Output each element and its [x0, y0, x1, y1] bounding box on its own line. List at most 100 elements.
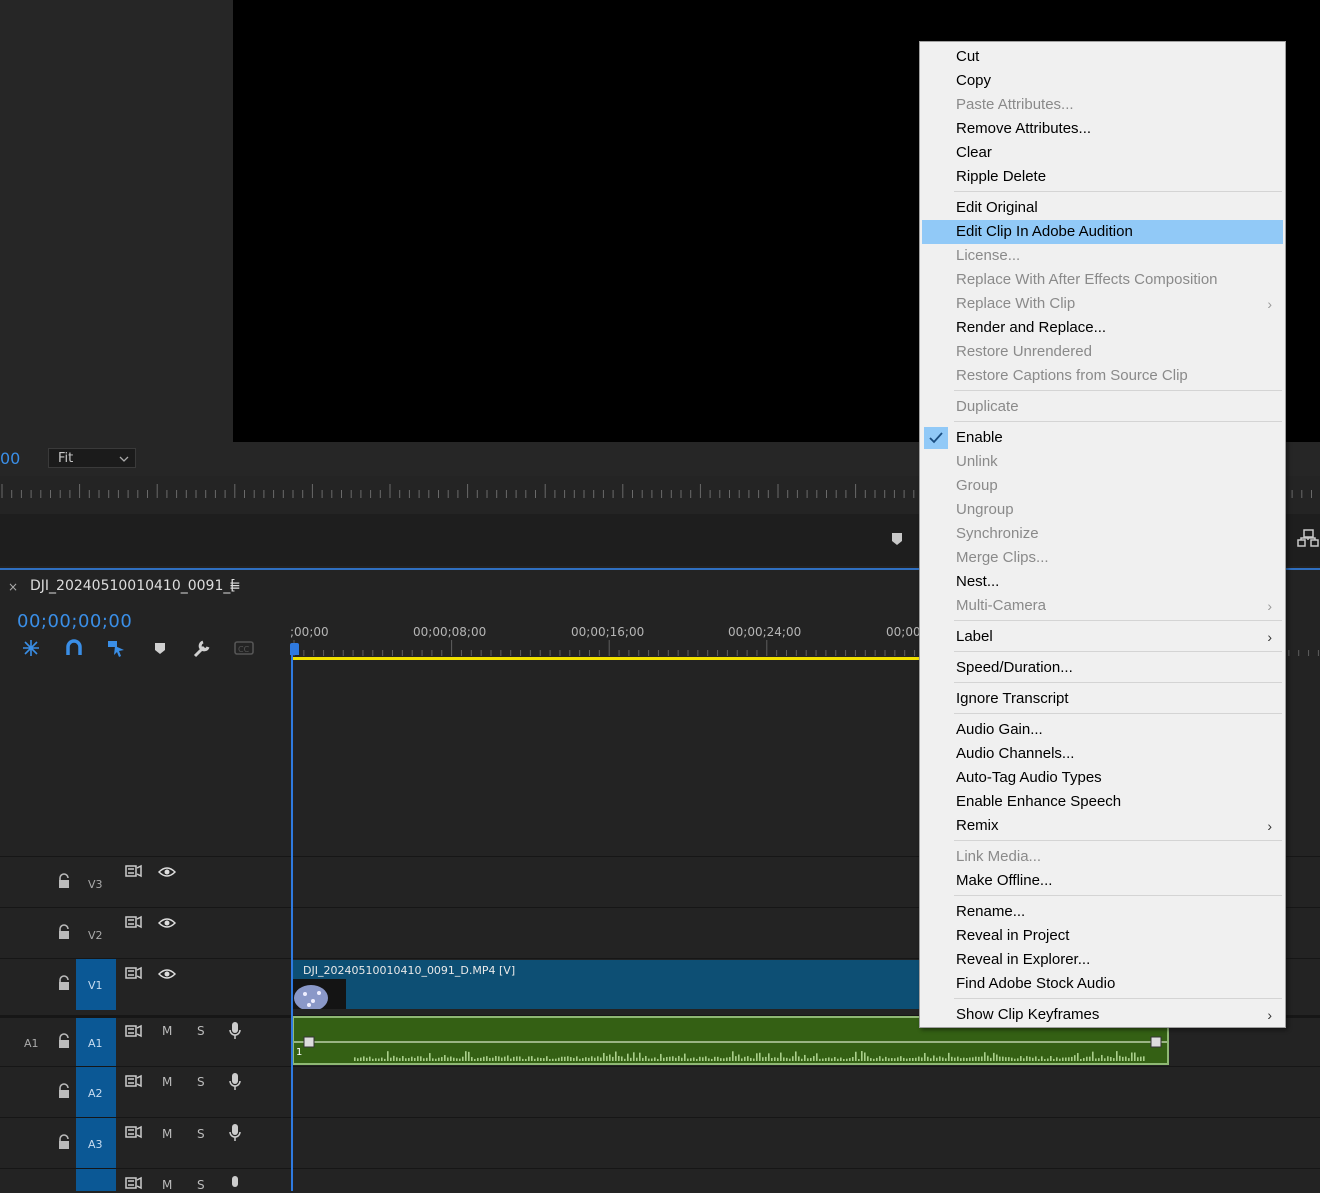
menu-item-remix[interactable]: Remix › [922, 814, 1283, 838]
menu-separator [954, 620, 1282, 621]
solo-button[interactable]: S [197, 1024, 205, 1038]
menu-item-paste-attributes[interactable]: Paste Attributes... [922, 93, 1283, 117]
menu-item-ignore-transcript[interactable]: Ignore Transcript [922, 687, 1283, 711]
menu-item-find-adobe-stock-audio[interactable]: Find Adobe Stock Audio [922, 972, 1283, 996]
menu-item-link-media[interactable]: Link Media... [922, 845, 1283, 869]
captions-icon[interactable]: CC [233, 638, 255, 658]
mute-button[interactable]: M [162, 1024, 172, 1038]
lock-icon[interactable] [57, 975, 71, 991]
menu-item-edit-original[interactable]: Edit Original [922, 196, 1283, 220]
zoom-fit-dropdown[interactable]: Fit [48, 448, 136, 468]
menu-item-ripple-delete[interactable]: Ripple Delete [922, 165, 1283, 189]
sync-lock-icon[interactable] [125, 1024, 143, 1038]
source-patch-a1[interactable]: A1 [24, 1037, 39, 1050]
menu-item-enable[interactable]: Enable [922, 426, 1283, 450]
ruler-label: 00;00;16;00 [571, 625, 645, 639]
menu-item-make-offline[interactable]: Make Offline... [922, 869, 1283, 893]
track-target-v1[interactable]: V1 [76, 959, 116, 1010]
menu-item-reveal-in-explorer[interactable]: Reveal in Explorer... [922, 948, 1283, 972]
menu-separator [954, 421, 1282, 422]
solo-button[interactable]: S [197, 1178, 205, 1192]
close-sequence-icon[interactable]: × [8, 580, 18, 594]
wrench-settings-icon[interactable] [191, 638, 213, 658]
menu-item-copy[interactable]: Copy [922, 69, 1283, 93]
menu-separator [954, 895, 1282, 896]
menu-item-nest[interactable]: Nest... [922, 570, 1283, 594]
track-target-a1[interactable]: A1 [76, 1018, 116, 1066]
snap-magnet-icon[interactable] [63, 638, 85, 658]
sequence-tab[interactable]: DJI_20240510010410_0091_[ [30, 578, 236, 594]
chevron-down-icon [119, 456, 129, 462]
menu-item-audio-channels[interactable]: Audio Channels... [922, 742, 1283, 766]
microphone-icon[interactable] [228, 1021, 242, 1041]
submenu-arrow-icon: › [1267, 598, 1272, 614]
track-target-a3[interactable]: A3 [76, 1118, 116, 1168]
menu-item-show-clip-keyframes[interactable]: Show Clip Keyframes › [922, 1003, 1283, 1027]
menu-item-synchronize[interactable]: Synchronize [922, 522, 1283, 546]
lock-icon[interactable] [57, 1033, 71, 1049]
menu-item-merge-clips[interactable]: Merge Clips... [922, 546, 1283, 570]
submenu-arrow-icon: › [1267, 818, 1272, 834]
add-marker-icon[interactable] [890, 531, 904, 547]
mute-button[interactable]: M [162, 1075, 172, 1089]
menu-item-label[interactable]: Label › [922, 625, 1283, 649]
mute-button[interactable]: M [162, 1178, 172, 1192]
sync-lock-icon[interactable] [125, 1125, 143, 1139]
menu-item-audio-gain[interactable]: Audio Gain... [922, 718, 1283, 742]
menu-separator [954, 682, 1282, 683]
menu-item-reveal-in-project[interactable]: Reveal in Project [922, 924, 1283, 948]
menu-item-replace-with-clip[interactable]: Replace With Clip › [922, 292, 1283, 316]
track-target-a2[interactable]: A2 [76, 1067, 116, 1117]
menu-item-cut[interactable]: Cut [922, 45, 1283, 69]
panel-menu-icon[interactable]: ≡ [229, 578, 241, 594]
nest-sequences-icon[interactable] [20, 638, 42, 658]
menu-item-rename[interactable]: Rename... [922, 900, 1283, 924]
menu-item-restore-unrendered[interactable]: Restore Unrendered [922, 340, 1283, 364]
ruler-label: ;00;00 [290, 625, 329, 639]
add-marker-icon[interactable] [149, 638, 171, 658]
toggle-output-eye-icon[interactable] [158, 968, 176, 980]
menu-separator [954, 191, 1282, 192]
mute-button[interactable]: M [162, 1127, 172, 1141]
microphone-icon[interactable] [228, 1072, 242, 1092]
lock-icon[interactable] [57, 1134, 71, 1150]
menu-item-render-and-replace[interactable]: Render and Replace... [922, 316, 1283, 340]
sync-lock-icon[interactable] [125, 864, 143, 878]
menu-item-auto-tag-audio-types[interactable]: Auto-Tag Audio Types [922, 766, 1283, 790]
work-area-bar[interactable] [292, 657, 920, 660]
track-target-a4[interactable] [76, 1169, 116, 1191]
timeline-timecode[interactable]: 00;00;00;00 [17, 611, 132, 632]
sync-lock-icon[interactable] [125, 915, 143, 929]
lock-icon[interactable] [57, 1083, 71, 1099]
sync-lock-icon[interactable] [125, 966, 143, 980]
toggle-output-eye-icon[interactable] [158, 866, 176, 878]
microphone-icon[interactable] [228, 1175, 242, 1191]
menu-item-remove-attributes[interactable]: Remove Attributes... [922, 117, 1283, 141]
menu-item-license[interactable]: License... [922, 244, 1283, 268]
playhead-line[interactable] [291, 650, 293, 1191]
solo-button[interactable]: S [197, 1075, 205, 1089]
lock-icon[interactable] [57, 873, 71, 889]
menu-item-clear[interactable]: Clear [922, 141, 1283, 165]
menu-item-multi-camera[interactable]: Multi-Camera › [922, 594, 1283, 618]
export-frame-icon[interactable] [1296, 528, 1320, 550]
microphone-icon[interactable] [228, 1123, 242, 1143]
menu-item-group[interactable]: Group [922, 474, 1283, 498]
menu-item-ungroup[interactable]: Ungroup [922, 498, 1283, 522]
playhead-handle[interactable] [290, 643, 299, 655]
menu-item-duplicate[interactable]: Duplicate [922, 395, 1283, 419]
clip-context-menu: Cut Copy Paste Attributes... Remove Attr… [919, 41, 1286, 1028]
linked-selection-icon[interactable] [105, 638, 127, 658]
lock-icon[interactable] [57, 924, 71, 940]
sync-lock-icon[interactable] [125, 1074, 143, 1088]
menu-item-enable-enhance-speech[interactable]: Enable Enhance Speech [922, 790, 1283, 814]
solo-button[interactable]: S [197, 1127, 205, 1141]
playhead-timecode[interactable]: 00 [0, 449, 20, 468]
sync-lock-icon[interactable] [125, 1176, 143, 1190]
menu-item-speed-duration[interactable]: Speed/Duration... [922, 656, 1283, 680]
menu-item-edit-clip-in-audition[interactable]: Edit Clip In Adobe Audition [922, 220, 1283, 244]
menu-item-unlink[interactable]: Unlink [922, 450, 1283, 474]
menu-item-restore-captions[interactable]: Restore Captions from Source Clip [922, 364, 1283, 388]
toggle-output-eye-icon[interactable] [158, 917, 176, 929]
menu-item-replace-with-ae-comp[interactable]: Replace With After Effects Composition [922, 268, 1283, 292]
